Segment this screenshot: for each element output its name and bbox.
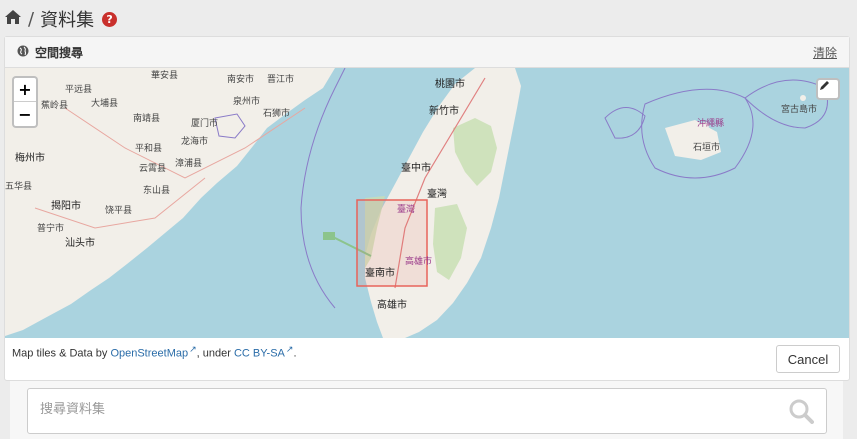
panel-title-text: 空間搜尋 [35, 45, 84, 60]
globe-icon [17, 45, 29, 60]
map-label: 饶平县 [105, 206, 133, 216]
island-boundary-1 [604, 107, 646, 139]
map-label: 高雄市 [377, 300, 407, 311]
map-label: 石狮市 [263, 109, 291, 119]
maritime-boundary [300, 68, 346, 309]
map-label: 南安市 [227, 75, 255, 85]
breadcrumb-separator: / [28, 8, 35, 30]
map-label: 梅州市 [15, 153, 45, 164]
map-label: 南靖县 [133, 114, 161, 124]
map-label: 臺灣 [397, 205, 416, 215]
map-label: 汕头市 [65, 238, 95, 249]
map-label: 大埔县 [91, 99, 119, 109]
map-label: 云霄县 [139, 164, 167, 174]
search-box [27, 388, 827, 434]
question-circle-icon[interactable]: ? [102, 11, 118, 27]
zoom-in-button[interactable]: + [14, 78, 36, 102]
map-label: 華安县 [151, 71, 179, 81]
map-label: 臺中市 [401, 163, 431, 174]
cancel-button[interactable]: Cancel [776, 345, 840, 373]
map-label: 平和县 [135, 144, 163, 154]
map-label: 漳浦县 [175, 159, 203, 169]
map-label: 晋江市 [267, 75, 295, 85]
external-link-icon: ↗ [189, 344, 197, 354]
clear-link[interactable]: 清除 [813, 44, 837, 61]
map-label: 泉州市 [233, 97, 261, 107]
map-label: 桃園市 [435, 79, 465, 90]
map-canvas[interactable]: 華安县 南安市 晋江市 泉州市 石狮市 南靖县 厦门市 龙海市 平和县 云霄县 … [5, 68, 849, 338]
attribution-suffix: . [293, 347, 297, 360]
map-label: 宮古島市 [781, 105, 818, 115]
map-label: 普宁市 [37, 224, 65, 234]
search-area [10, 381, 843, 439]
map-label: 东山县 [143, 186, 171, 196]
map-label: 臺灣 [427, 189, 447, 200]
attribution-prefix: Map tiles & Data by [12, 347, 111, 360]
openstreetmap-link[interactable]: OpenStreetMap [110, 348, 188, 360]
search-input[interactable] [40, 402, 740, 417]
draw-button[interactable] [816, 78, 840, 100]
map-label: 高雄市 [405, 257, 433, 267]
small-island-2 [800, 95, 806, 101]
license-link[interactable]: CC BY-SA [234, 348, 285, 360]
panel-title: 空間搜尋 [17, 44, 83, 61]
map-label: 厦门市 [191, 119, 219, 129]
map-label: 龙海市 [181, 137, 209, 147]
map-label: 新竹市 [429, 106, 459, 117]
panel-heading: 空間搜尋 清除 [5, 37, 849, 68]
attribution-middle: , under [196, 347, 234, 360]
search-icon[interactable] [788, 398, 814, 428]
zoom-out-button[interactable]: − [14, 102, 36, 126]
page-title: 資料集 [40, 10, 95, 31]
map-attribution: Map tiles & Data by OpenStreetMap↗, unde… [12, 344, 297, 360]
map-label: 揭阳市 [51, 201, 81, 212]
map-label: 臺南市 [365, 268, 395, 279]
zoom-control: + − [12, 76, 38, 128]
home-icon[interactable] [4, 9, 22, 30]
map-label: 沖繩縣 [697, 119, 725, 129]
map-label: 平远县 [65, 85, 93, 95]
map-label: 蕉岭县 [41, 101, 69, 111]
spatial-search-panel: 空間搜尋 清除 華安县 南安市 晋江市 泉州市 石狮市 南靖县 厦门市 龙海市 … [4, 36, 850, 381]
breadcrumb: / 資料集 ? [4, 8, 118, 31]
map-label: 石垣市 [693, 143, 721, 153]
map-label: 五华县 [5, 182, 33, 192]
